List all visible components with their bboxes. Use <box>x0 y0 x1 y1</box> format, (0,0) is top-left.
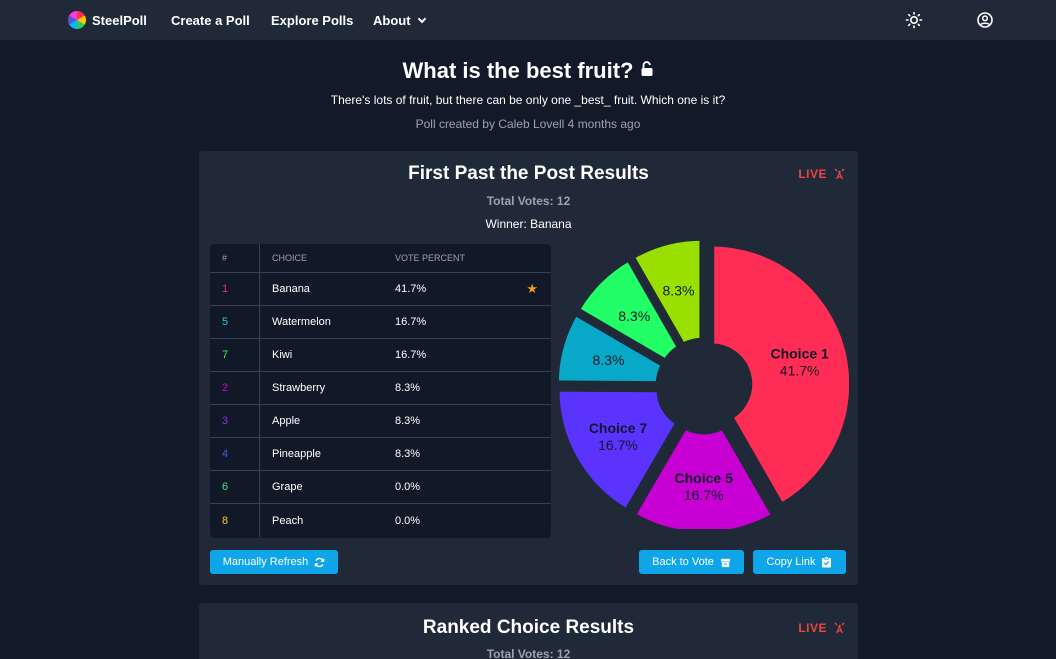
ranked-live-indicator: LIVE <box>798 621 846 635</box>
refresh-icon <box>315 557 325 567</box>
nav-explore-polls[interactable]: Explore Polls <box>271 13 353 28</box>
header-num: # <box>210 244 260 272</box>
table-row: 7 Kiwi 16.7% <box>210 339 551 372</box>
header-choice: CHOICE <box>272 253 308 263</box>
row-choice-name: Apple <box>272 415 301 427</box>
slice-value-label: 16.7% <box>684 487 724 503</box>
donut-chart-svg: Choice 141.7%Choice 516.7%Choice 716.7%8… <box>553 235 855 537</box>
nav-about[interactable]: About <box>373 13 426 28</box>
fptp-results-card: First Past the Post Results LIVE Total V… <box>199 151 858 585</box>
row-vote-percent: 8.3% <box>395 415 421 427</box>
slice-name-label: Choice 1 <box>770 345 829 361</box>
row-choice-name: Banana <box>272 283 310 295</box>
row-choice-name: Grape <box>272 481 303 493</box>
manually-refresh-button[interactable]: Manually Refresh <box>210 550 338 574</box>
ranked-results-card: Ranked Choice Results LIVE Total Votes: … <box>199 603 858 659</box>
slice-value-label: 16.7% <box>598 437 638 453</box>
user-account-icon[interactable] <box>976 11 994 29</box>
table-header: # CHOICE VOTE PERCENT <box>210 244 551 273</box>
row-vote-percent: 16.7% <box>395 349 427 361</box>
row-choice-number: 8 <box>210 504 260 537</box>
row-vote-percent: 8.3% <box>395 448 421 460</box>
nav-create-poll[interactable]: Create a Poll <box>171 13 250 28</box>
ranked-total-votes: Total Votes: 12 <box>486 647 571 659</box>
back-to-vote-button[interactable]: Back to Vote <box>639 550 744 574</box>
chevron-down-icon <box>417 14 426 24</box>
row-choice-name: Pineapple <box>272 448 321 460</box>
broadcast-icon <box>834 168 845 180</box>
fptp-title: First Past the Post Results <box>408 163 649 184</box>
row-choice-number: 7 <box>210 339 260 371</box>
row-vote-percent: 0.0% <box>395 481 421 493</box>
slice-value-label: 8.3% <box>663 282 695 298</box>
live-indicator: LIVE <box>798 167 846 181</box>
table-body: 1 Banana 41.7% ★ 5 Watermelon 16.7% 7 Kiwi 16.7% 2… <box>210 273 551 537</box>
results-donut-chart: Choice 1 41.7% Choice 5 16.7% Choice 7 16.7% 8… <box>553 235 855 537</box>
row-choice-name: Kiwi <box>272 349 293 361</box>
table-row: 6 Grape 0.0% <box>210 471 551 504</box>
broadcast-icon <box>834 622 845 634</box>
table-row: 5 Watermelon 16.7% <box>210 306 551 339</box>
row-vote-percent: 0.0% <box>395 514 421 527</box>
table-row: 3 Apple 8.3% <box>210 405 551 438</box>
row-choice-name: Peach <box>272 514 304 527</box>
brand-link[interactable]: SteelPoll <box>68 11 147 29</box>
slice-value-label: 8.3% <box>618 308 650 324</box>
row-vote-percent: 16.7% <box>395 316 427 328</box>
refresh-label: Manually Refresh <box>222 556 309 568</box>
theme-toggle-sun-icon[interactable] <box>905 11 923 29</box>
ballot-box-icon <box>720 558 730 567</box>
row-choice-number: 5 <box>210 306 260 338</box>
poll-meta: Poll created by Caleb Lovell 4 months ag… <box>415 117 641 131</box>
top-navbar: SteelPoll Create a Poll Explore Polls Ab… <box>0 0 1056 40</box>
logo-icon <box>68 11 86 29</box>
slice-value-label: 8.3% <box>593 352 625 368</box>
brand-name: SteelPoll <box>92 12 147 28</box>
copy-link-button[interactable]: Copy Link <box>753 550 846 574</box>
unlocked-icon <box>640 57 654 83</box>
poll-title: What is the best fruit? <box>0 58 1056 85</box>
live-label: LIVE <box>798 167 827 181</box>
winner-star-icon: ★ <box>526 281 538 296</box>
back-to-vote-label: Back to Vote <box>652 556 714 568</box>
row-choice-number: 1 <box>210 273 260 305</box>
slice-name-label: Choice 7 <box>589 420 648 436</box>
table-row: 1 Banana 41.7% ★ <box>210 273 551 306</box>
row-choice-number: 4 <box>210 438 260 470</box>
ranked-title: Ranked Choice Results <box>422 617 635 638</box>
row-choice-name: Watermelon <box>272 316 331 328</box>
poll-title-text: What is the best fruit? <box>402 58 634 83</box>
results-table: # CHOICE VOTE PERCENT 1 Banana 41.7% ★ 5 Wate… <box>210 244 551 538</box>
header-vote-percent: VOTE PERCENT <box>395 253 466 263</box>
table-row: 8 Peach 0.0% <box>210 504 551 537</box>
copy-link-label: Copy Link <box>766 556 816 568</box>
winner-text: Winner: Banana <box>485 217 572 231</box>
row-choice-number: 6 <box>210 471 260 503</box>
poll-description: There's lots of fruit, but there can be … <box>330 93 726 107</box>
slice-value-label: 41.7% <box>780 362 820 378</box>
row-choice-number: 2 <box>210 372 260 404</box>
clipboard-icon <box>822 556 832 568</box>
ranked-live-label: LIVE <box>798 621 827 635</box>
row-choice-name: Strawberry <box>272 382 326 394</box>
total-votes: Total Votes: 12 <box>486 194 571 208</box>
row-vote-percent: 8.3% <box>395 382 421 394</box>
row-choice-number: 3 <box>210 405 260 437</box>
table-row: 2 Strawberry 8.3% <box>210 372 551 405</box>
nav-about-label: About <box>373 13 411 28</box>
slice-name-label: Choice 5 <box>675 470 734 486</box>
table-row: 4 Pineapple 8.3% <box>210 438 551 471</box>
